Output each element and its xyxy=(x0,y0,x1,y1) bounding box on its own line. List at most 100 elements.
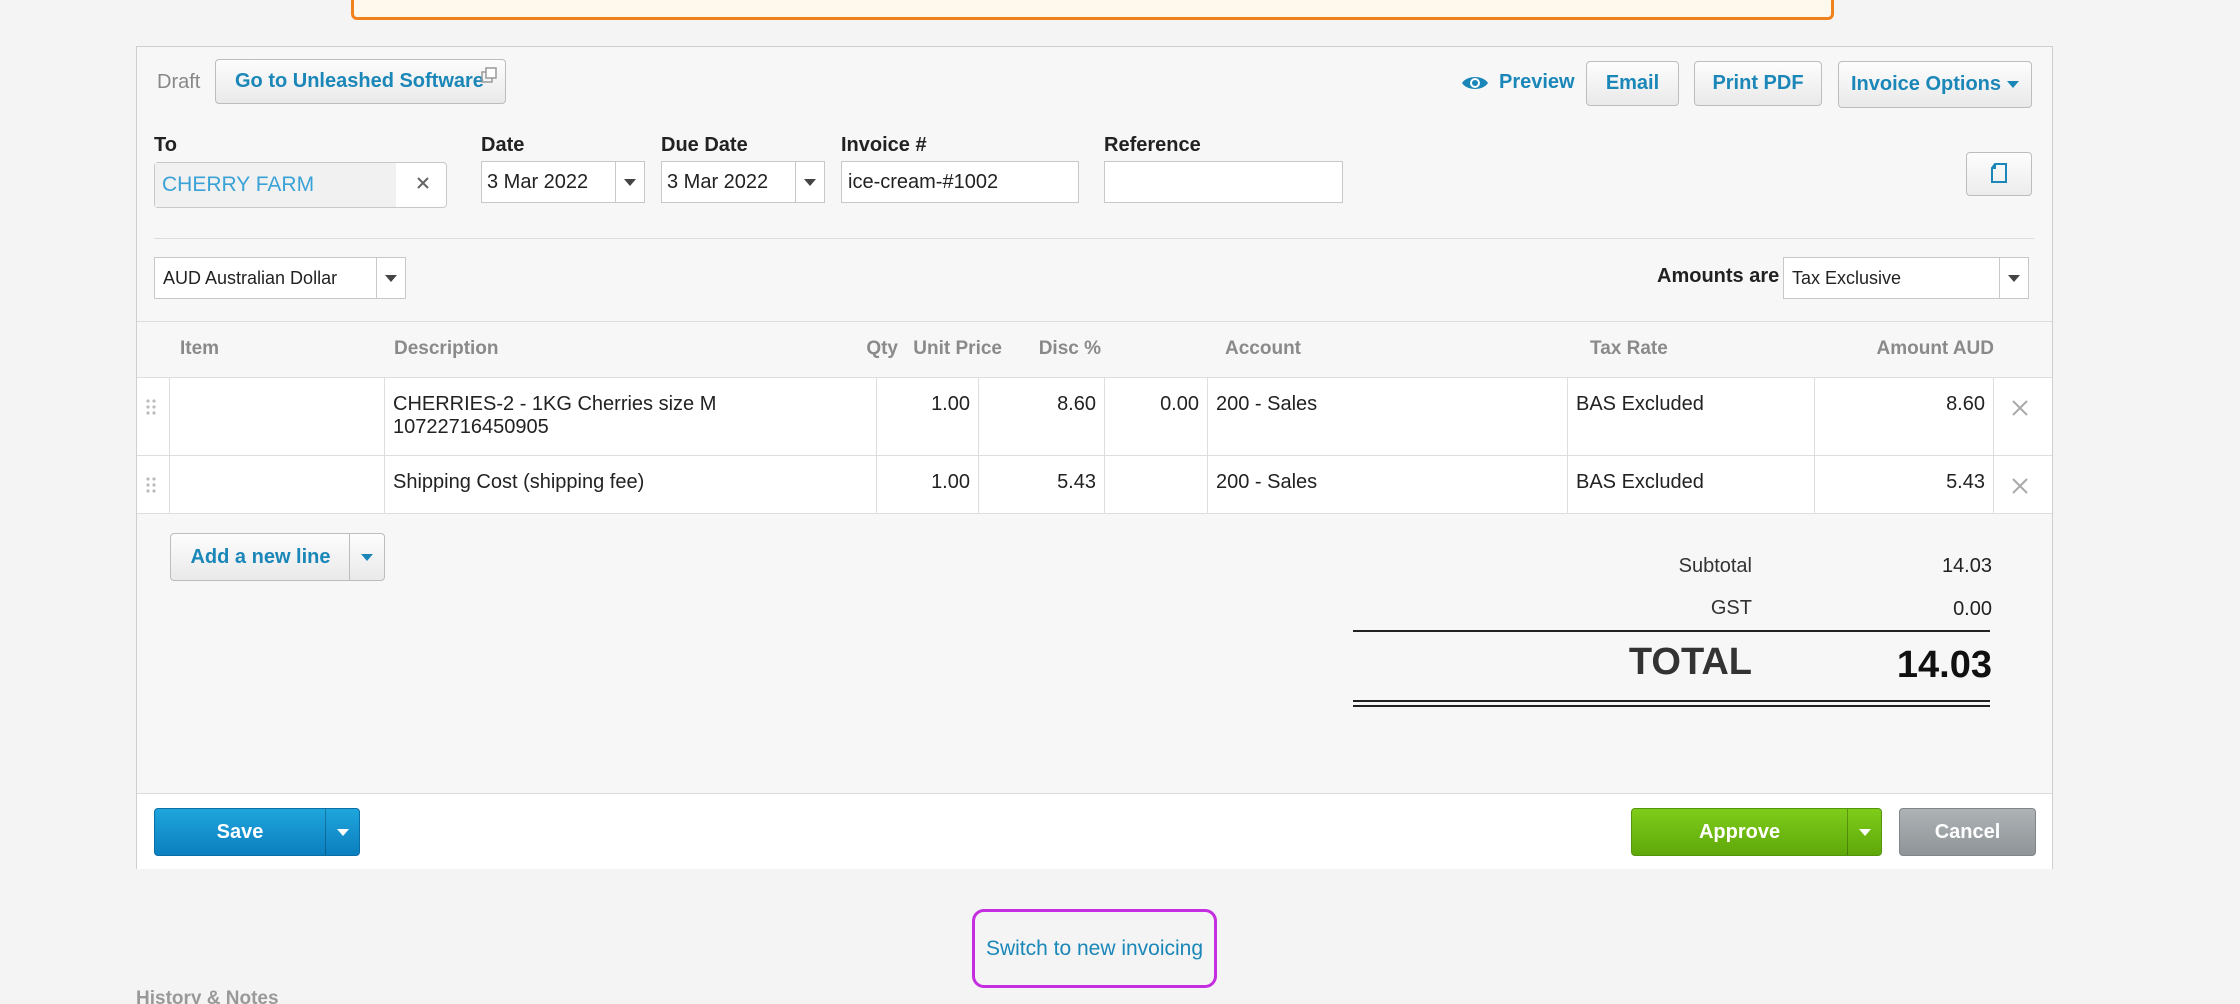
due-date-picker-button[interactable] xyxy=(795,162,824,202)
invoice-number-label: Invoice # xyxy=(841,134,927,156)
tax-rate-cell[interactable]: BAS Excluded xyxy=(1567,456,1814,513)
approve-button[interactable]: Approve xyxy=(1632,809,1847,855)
description-line: 10722716450905 xyxy=(393,416,549,438)
date-picker-button[interactable] xyxy=(615,162,644,202)
chevron-down-icon xyxy=(624,178,636,186)
column-header-disc: Disc % xyxy=(1038,338,1101,359)
total-label: TOTAL xyxy=(1628,641,1752,683)
total-value: 14.03 xyxy=(1896,644,1992,686)
tax-mode-dropdown-button[interactable] xyxy=(1999,258,2028,298)
print-pdf-button[interactable]: Print PDF xyxy=(1694,61,1822,106)
external-link-icon xyxy=(481,67,497,83)
invoice-footer: Save Approve Cancel xyxy=(137,793,2052,869)
invoice-toolbar: Draft Go to Unleashed Software Preview E… xyxy=(137,47,2052,119)
unit-price-cell[interactable]: 5.43 xyxy=(978,456,1104,513)
subtotal-value: 14.03 xyxy=(1941,555,1992,577)
invoice-options-button[interactable]: Invoice Options xyxy=(1838,61,2032,108)
email-button[interactable]: Email xyxy=(1586,61,1679,106)
date-field[interactable]: 3 Mar 2022 xyxy=(481,161,645,203)
cancel-button[interactable]: Cancel xyxy=(1899,808,2036,856)
description-cell[interactable]: Shipping Cost (shipping fee) xyxy=(384,456,876,513)
clear-contact-icon[interactable] xyxy=(414,174,432,192)
invoice-options-label: Invoice Options xyxy=(1850,73,2002,95)
gst-label: GST xyxy=(1710,597,1752,619)
amount-cell[interactable]: 5.43 xyxy=(1814,456,1993,513)
alert-banner xyxy=(351,0,1834,20)
amounts-are-label: Amounts are xyxy=(1657,265,1780,287)
status-label: Draft xyxy=(157,71,201,93)
currency-value: AUD Australian Dollar xyxy=(163,268,338,288)
invoice-editor: Draft Go to Unleashed Software Preview E… xyxy=(136,46,2053,869)
qty-cell[interactable]: 1.00 xyxy=(876,456,978,513)
currency-dropdown-button[interactable] xyxy=(376,258,405,298)
delete-row-icon[interactable] xyxy=(2011,477,2029,495)
table-row: Shipping Cost (shipping fee) 1.00 5.43 2… xyxy=(137,455,2052,514)
line-items-header: Item Description Qty Unit Price Disc % A… xyxy=(137,321,2052,372)
column-header-amount: Amount AUD xyxy=(1876,338,1995,359)
gst-value: 0.00 xyxy=(1953,598,1992,620)
save-split-button: Save xyxy=(154,808,360,856)
totals-divider xyxy=(1353,705,1990,707)
column-header-item: Item xyxy=(180,338,220,359)
save-button[interactable]: Save xyxy=(155,809,325,855)
column-header-unit-price: Unit Price xyxy=(913,338,1002,359)
amount-cell[interactable]: 8.60 xyxy=(1814,378,1993,455)
currency-select[interactable]: AUD Australian Dollar xyxy=(154,257,406,299)
save-options-button[interactable] xyxy=(325,809,359,855)
reference-field[interactable] xyxy=(1104,161,1343,203)
add-line-dropdown-button[interactable] xyxy=(349,534,384,580)
chevron-down-icon xyxy=(385,274,397,282)
unit-price-cell[interactable]: 8.60 xyxy=(978,378,1104,455)
column-header-account: Account xyxy=(1225,338,1301,359)
invoice-number-field[interactable]: ice-cream-#1002 xyxy=(841,161,1079,203)
eye-icon xyxy=(1462,76,1488,89)
drag-handle-icon[interactable] xyxy=(146,398,156,416)
contact-value: CHERRY FARM xyxy=(155,163,396,207)
chevron-down-icon xyxy=(2008,274,2020,282)
description-line: Shipping Cost (shipping fee) xyxy=(393,471,645,493)
approve-split-button: Approve xyxy=(1631,808,1882,856)
column-header-description: Description xyxy=(394,338,499,359)
column-header-qty: Qty xyxy=(866,338,898,359)
divider xyxy=(154,238,2034,239)
tax-mode-select[interactable]: Tax Exclusive xyxy=(1783,257,2029,299)
go-to-unleashed-button[interactable]: Go to Unleashed Software xyxy=(215,59,506,104)
preview-label: Preview xyxy=(1499,71,1575,93)
add-new-line-button[interactable]: Add a new line xyxy=(171,534,350,580)
account-cell[interactable]: 200 - Sales xyxy=(1207,378,1567,455)
item-cell[interactable] xyxy=(169,378,384,455)
drag-handle-icon[interactable] xyxy=(146,476,156,494)
copy-button[interactable] xyxy=(1966,152,2032,196)
table-row: CHERRIES-2 - 1KG Cherries size M 1072271… xyxy=(137,377,2052,456)
to-label: To xyxy=(154,134,177,156)
tax-mode-value: Tax Exclusive xyxy=(1792,268,1902,288)
date-value: 3 Mar 2022 xyxy=(487,171,589,193)
copy-icon xyxy=(1991,163,2007,183)
switch-to-new-invoicing-link[interactable]: Switch to new invoicing xyxy=(972,909,1217,988)
discount-cell[interactable]: 0.00 xyxy=(1104,378,1207,455)
due-date-value: 3 Mar 2022 xyxy=(667,171,769,193)
go-to-unleashed-label: Go to Unleashed Software xyxy=(235,70,484,92)
chevron-down-icon xyxy=(361,553,373,561)
item-cell[interactable] xyxy=(169,456,384,513)
chevron-down-icon xyxy=(1858,828,1871,836)
qty-cell[interactable]: 1.00 xyxy=(876,378,978,455)
description-cell[interactable]: CHERRIES-2 - 1KG Cherries size M 1072271… xyxy=(384,378,876,455)
tax-rate-cell[interactable]: BAS Excluded xyxy=(1567,378,1814,455)
due-date-label: Due Date xyxy=(661,134,748,156)
date-label: Date xyxy=(481,134,525,156)
contact-field[interactable]: CHERRY FARM xyxy=(154,162,447,208)
reference-label: Reference xyxy=(1104,134,1201,156)
chevron-down-icon xyxy=(804,178,816,186)
discount-cell[interactable] xyxy=(1104,456,1207,513)
column-header-tax-rate: Tax Rate xyxy=(1590,338,1668,359)
due-date-field[interactable]: 3 Mar 2022 xyxy=(661,161,825,203)
account-cell[interactable]: 200 - Sales xyxy=(1207,456,1567,513)
approve-options-button[interactable] xyxy=(1847,809,1881,855)
add-line-split-button: Add a new line xyxy=(170,533,385,581)
preview-button[interactable]: Preview xyxy=(1461,71,1575,94)
delete-row-icon[interactable] xyxy=(2011,399,2029,417)
chevron-down-icon xyxy=(2007,81,2020,88)
chevron-down-icon xyxy=(336,828,349,836)
subtotal-label: Subtotal xyxy=(1678,555,1752,577)
